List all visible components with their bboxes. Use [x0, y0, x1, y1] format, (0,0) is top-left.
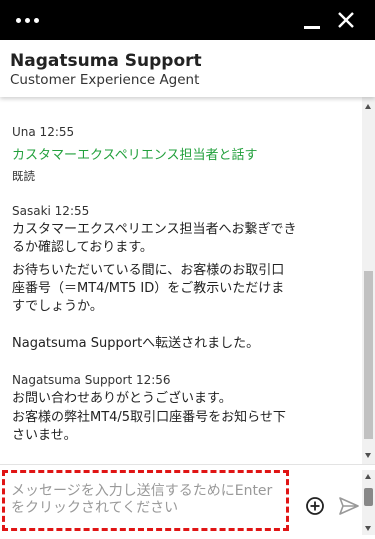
agent-message: お客様の弊社MT4/5取引口座番号をお知らせ下さいませ。: [12, 410, 286, 443]
plus-circle-icon-graphic: [306, 497, 324, 515]
agent-name: Nagatsuma Support: [10, 51, 202, 71]
chat-window: Nagatsuma Support Customer Experience Ag…: [0, 0, 375, 539]
dot: [25, 18, 30, 23]
input-scroll-up-icon[interactable]: [365, 474, 371, 479]
plus-circle-icon[interactable]: [305, 496, 325, 516]
scroll-thumb[interactable]: [364, 271, 373, 439]
agent-message: カスタマーエクスペリエンス担当者へお繋ぎできるか確認しております。: [12, 222, 297, 255]
close-icon-graphic: [338, 12, 354, 28]
read-status: 既読: [12, 169, 35, 183]
scroll-down-arrow-icon[interactable]: [365, 453, 371, 458]
send-icon-graphic: [339, 497, 359, 515]
message-meta: Sasaki 12:55: [12, 204, 90, 218]
system-message: Nagatsuma Supportへ転送されました。: [12, 336, 260, 351]
title-bar: [0, 0, 375, 40]
message-meta: Nagatsuma Support 12:56: [12, 373, 171, 387]
dot: [16, 18, 21, 23]
message-meta: Una 12:55: [12, 125, 75, 139]
agent-message: お問い合わせありがとうございます。: [12, 391, 232, 406]
input-scrollbar[interactable]: [362, 470, 375, 535]
minimize-icon[interactable]: [300, 8, 324, 32]
chat-transcript[interactable]: Una 12:55 カスタマーエクスペリエンス担当者と話す 既読 Sasaki …: [0, 97, 362, 464]
send-icon[interactable]: [338, 496, 360, 516]
agent-message: お待ちいただいている間に、お客様のお取引口座番号（＝MT4/MT5 ID）をご教…: [12, 263, 285, 314]
dot: [34, 18, 39, 23]
scroll-up-arrow-icon[interactable]: [365, 104, 371, 109]
close-icon[interactable]: [334, 8, 358, 32]
message-input[interactable]: メッセージを入力し送信するためにEnterをクリックされてください: [2, 470, 289, 531]
chat-scrollbar[interactable]: [362, 97, 375, 464]
input-scroll-down-icon[interactable]: [365, 526, 371, 531]
agent-role: Customer Experience Agent: [10, 72, 200, 88]
input-scroll-thumb[interactable]: [364, 488, 373, 506]
customer-message: カスタマーエクスペリエンス担当者と話す: [12, 148, 258, 163]
dots-menu-icon[interactable]: [16, 14, 42, 26]
agent-header: Nagatsuma Support Customer Experience Ag…: [0, 40, 375, 97]
